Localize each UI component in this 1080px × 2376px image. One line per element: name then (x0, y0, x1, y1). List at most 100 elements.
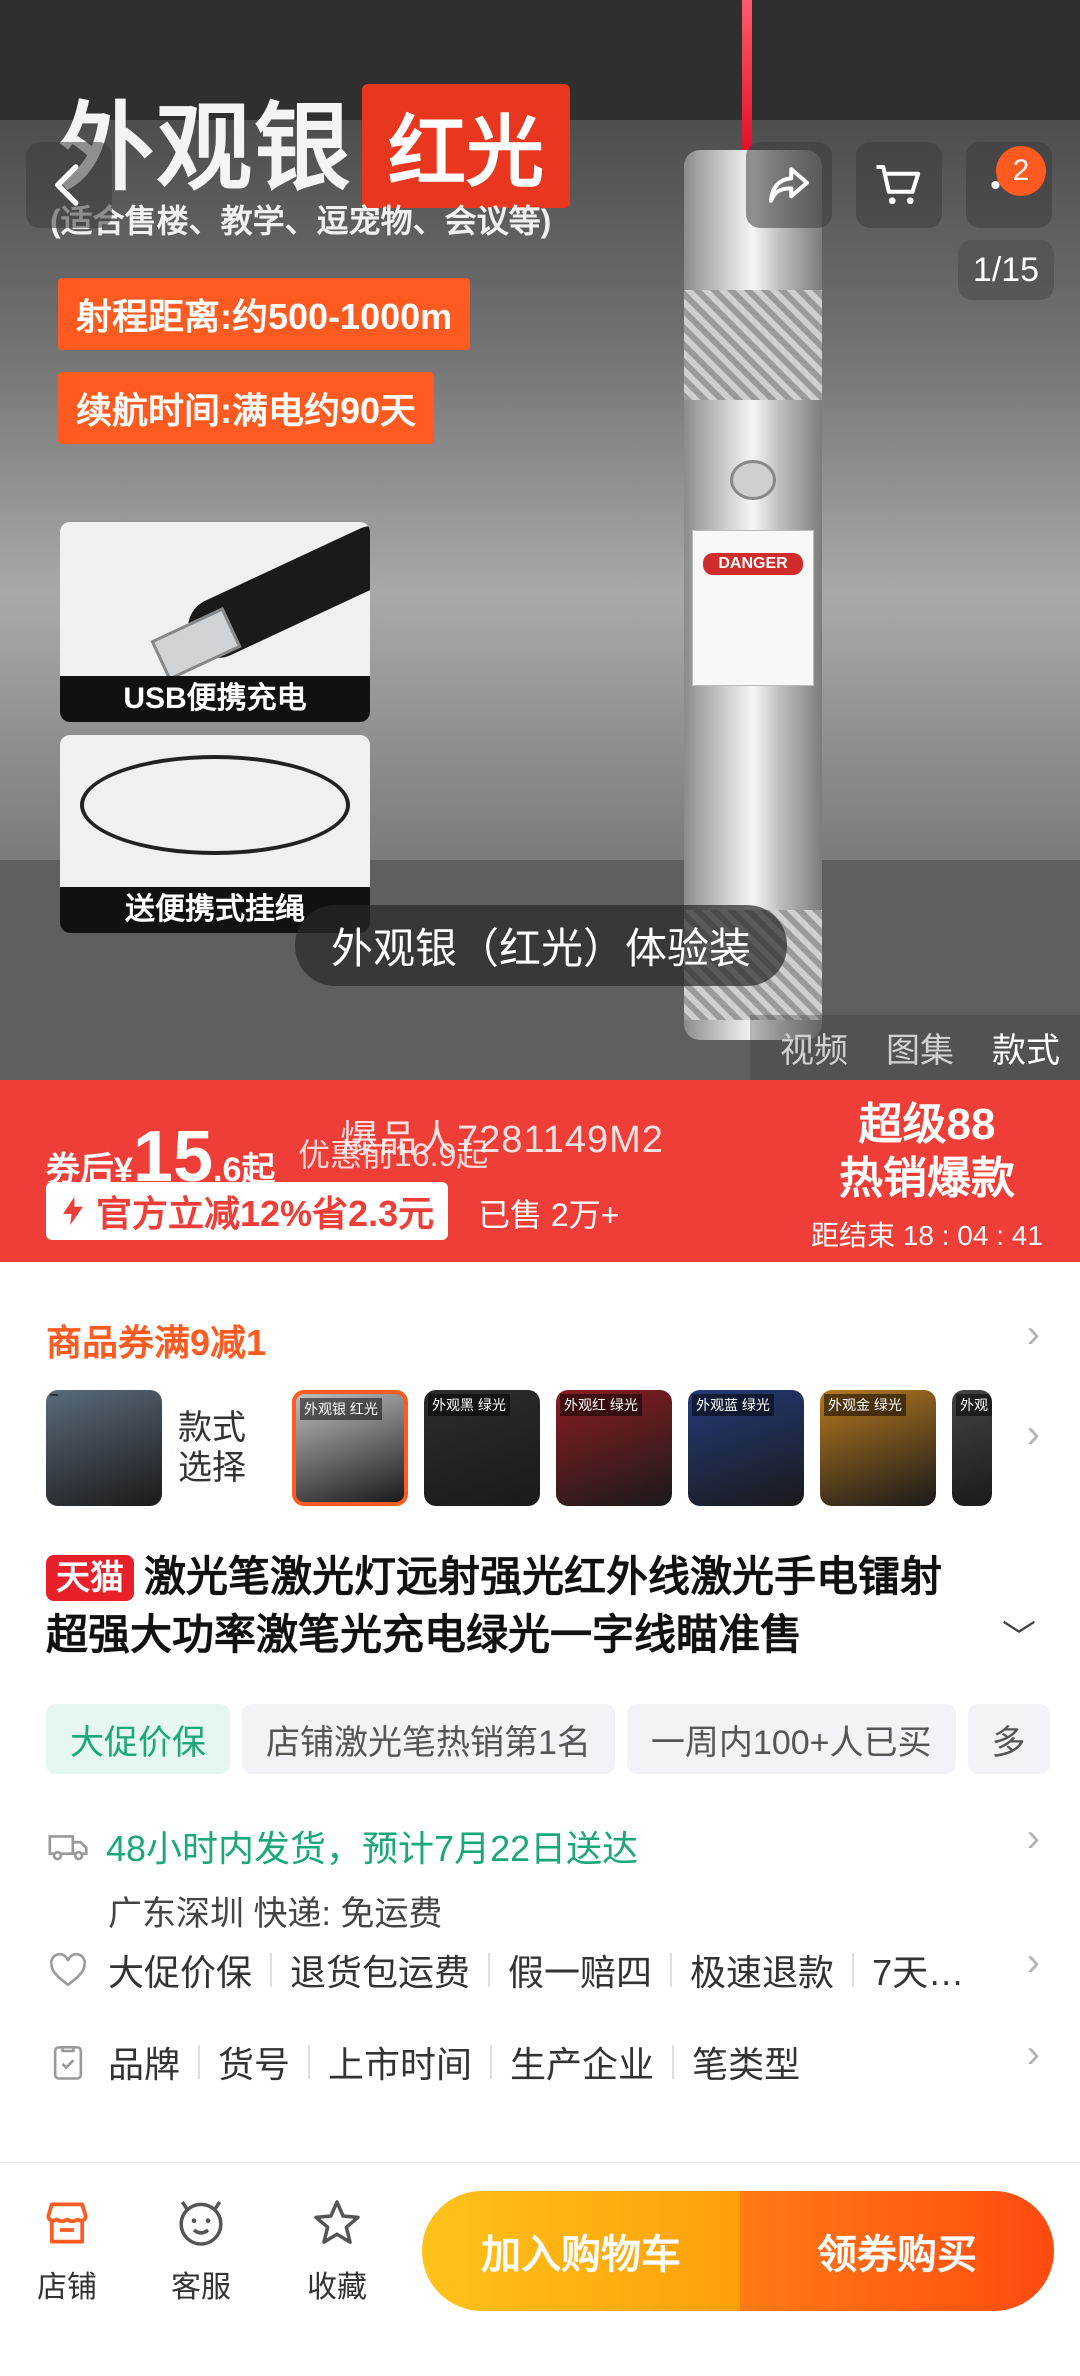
favorite-button[interactable]: 收藏 (282, 2195, 392, 2306)
official-discount-text: 官方立减12%省2.3元 (96, 1193, 435, 1234)
product-info-card: 商品券满9减1 › 款式选择 外观银 红光 外观黑 绿光 外观红 绿光 外观蓝 … (0, 1262, 1080, 2162)
service-item: 极速退款 (690, 1952, 835, 1993)
chevron-right-icon[interactable]: › (1027, 1940, 1040, 1985)
official-discount-badge: 官方立减12%省2.3元 (46, 1182, 449, 1240)
heart-icon (46, 1948, 90, 1992)
coupon-link[interactable]: 商品券满9减1 (46, 1314, 266, 1366)
tag-buyers[interactable]: 一周内100+人已买 (626, 1704, 956, 1774)
param-item: 货号 (218, 2044, 291, 2085)
customer-service-label: 客服 (171, 2271, 231, 2304)
image-watermark: 爆品人7281149M2 (340, 1119, 664, 1161)
divider (670, 1953, 673, 1987)
chevron-down-icon[interactable]: ﹀ (1002, 1610, 1036, 1659)
pen-warning-label: DANGER (692, 530, 814, 686)
image-page-indicator: 1/15 (958, 240, 1054, 300)
pen-danger-text: DANGER (703, 553, 803, 575)
promo-panel: 超级88 热销爆款 距结束 18 : 04 : 41 (802, 1098, 1052, 1254)
variant-label: 款式选择 (178, 1409, 246, 1487)
store-button[interactable]: 店铺 (12, 2195, 122, 2306)
lanyard-card: 送便携式挂绳 (60, 735, 370, 933)
variant-thumb[interactable]: 外观蓝 绿光 (688, 1390, 804, 1506)
chevron-right-icon[interactable]: › (1027, 1816, 1040, 1861)
chat-face-icon (179, 2201, 223, 2246)
variant-tag: 外观红 绿光 (560, 1394, 642, 1416)
variant-thumb[interactable]: 外观 (952, 1390, 992, 1506)
lightning-icon (63, 1196, 83, 1226)
variant-thumb[interactable]: 外观黑 绿光 (424, 1390, 540, 1506)
param-item: 生产企业 (510, 2044, 655, 2085)
promo-title-1: 超级88 (858, 1100, 996, 1149)
shipping-time: 48小时内发货，预计7月22日送达 (106, 1828, 639, 1869)
variant-tag: 外观 (956, 1394, 992, 1416)
hero-subtitle: (适合售楼、教学、逗宠物、会议等) (50, 203, 552, 239)
service-item: 假一赔四 (508, 1952, 653, 1993)
service-guarantees[interactable]: 大促价保 退货包运费 假一赔四 极速退款 7天… (46, 1944, 964, 1996)
chevron-left-icon (55, 164, 79, 206)
buy-with-coupon-button[interactable]: 领券购买 (740, 2191, 1054, 2311)
service-item: 大促价保 (108, 1952, 253, 1993)
divider (852, 1953, 855, 1987)
product-tags: 大促价保 店铺激光笔热销第1名 一周内100+人已买 多 (46, 1704, 1050, 1774)
spec-battery: 续航时间:满电约90天 (58, 372, 435, 444)
lanyard-image (80, 755, 350, 855)
share-button[interactable] (746, 142, 832, 228)
chevron-right-icon[interactable]: › (1027, 2032, 1040, 2077)
share-icon (768, 167, 810, 203)
tag-more[interactable]: 多 (967, 1704, 1050, 1774)
spec-range: 射程距离:约500-1000m (58, 278, 471, 350)
chevron-right-icon[interactable]: › (1027, 1312, 1040, 1357)
product-image-carousel[interactable]: 外观银 红光 (适合售楼、教学、逗宠物、会议等) 射程距离:约500-1000m… (0, 0, 1080, 1080)
tag-price-protect[interactable]: 大促价保 (46, 1704, 230, 1774)
shipping-line: 48小时内发货，预计7月22日送达 (46, 1820, 1046, 1872)
cart-button[interactable] (856, 142, 942, 228)
add-to-cart-button[interactable]: 加入购物车 (422, 2191, 740, 2311)
param-item: 上市时间 (328, 2044, 473, 2085)
divider (308, 2045, 311, 2079)
cart-count-badge: 2 (996, 146, 1046, 196)
shipping-origin: 广东深圳 快递: 免运费 (108, 1895, 443, 1933)
clipboard-icon (46, 2040, 90, 2084)
sold-count: 已售 2万+ (478, 1197, 620, 1233)
variant-thumb[interactable]: 外观红 绿光 (556, 1390, 672, 1506)
cart-icon (876, 164, 921, 205)
tmall-badge: 天猫 (46, 1555, 134, 1601)
pen-grip-top (684, 290, 822, 400)
variant-tag: 外观黑 绿光 (428, 1394, 510, 1416)
customer-service-button[interactable]: 客服 (146, 2195, 256, 2306)
divider (488, 1953, 491, 1987)
purchase-buttons: 加入购物车 领券购买 (422, 2191, 1054, 2311)
store-label: 店铺 (37, 2271, 97, 2304)
product-title-text: 激光笔激光灯远射强光红外线激光手电镭射超强大功率激笔光充电绿光一字线瞄准售 (46, 1553, 943, 1658)
price-bar: 券后¥15.6起 优惠前16.9起 爆品人7281149M2 官方立减12%省2… (0, 1080, 1080, 1262)
divider (490, 2045, 493, 2079)
laser-beam (742, 0, 752, 150)
variant-tag (50, 1394, 58, 1396)
usb-label: USB便携充电 (60, 676, 370, 722)
variant-thumb-selected[interactable]: 外观银 红光 (292, 1390, 408, 1506)
back-button[interactable] (26, 142, 112, 228)
tag-rank[interactable]: 店铺激光笔热销第1名 (242, 1704, 615, 1774)
bottom-action-bar: 店铺 客服 收藏 加入购物车 领券购买 (0, 2162, 1080, 2376)
pen-power-button (730, 460, 776, 500)
favorite-label: 收藏 (307, 2271, 367, 2304)
shipping-info[interactable]: 48小时内发货，预计7月22日送达 广东深圳 快递: 免运费 (46, 1820, 1046, 1935)
variant-thumb[interactable] (46, 1390, 162, 1506)
tab-gallery[interactable]: 图集 (886, 1023, 954, 1072)
param-item: 品牌 (108, 2044, 181, 2085)
hero-title-tag: 红光 (362, 84, 571, 208)
tab-styles[interactable]: 款式 (992, 1023, 1060, 1072)
divider (198, 2045, 201, 2079)
divider (270, 1953, 273, 1987)
chevron-right-icon[interactable]: › (1027, 1412, 1040, 1457)
service-item: 7天… (872, 1952, 965, 1993)
tab-video[interactable]: 视频 (780, 1023, 848, 1072)
variant-selector[interactable]: 款式选择 外观银 红光 外观黑 绿光 外观红 绿光 外观蓝 绿光 外观金 绿光 … (46, 1388, 1036, 1508)
variant-thumb[interactable]: 外观金 绿光 (820, 1390, 936, 1506)
variant-caption: 外观银（红光）体验装 (295, 905, 788, 986)
star-icon (314, 2200, 360, 2244)
param-item: 笔类型 (692, 2044, 801, 2085)
product-title: 天猫 激光笔激光灯远射强光红外线激光手电镭射超强大功率激笔光充电绿光一字线瞄准售 (46, 1548, 976, 1664)
variant-tag: 外观银 红光 (300, 1398, 382, 1420)
variant-tag: 外观蓝 绿光 (692, 1394, 774, 1416)
product-params[interactable]: 品牌 货号 上市时间 生产企业 笔类型 (46, 2036, 800, 2088)
